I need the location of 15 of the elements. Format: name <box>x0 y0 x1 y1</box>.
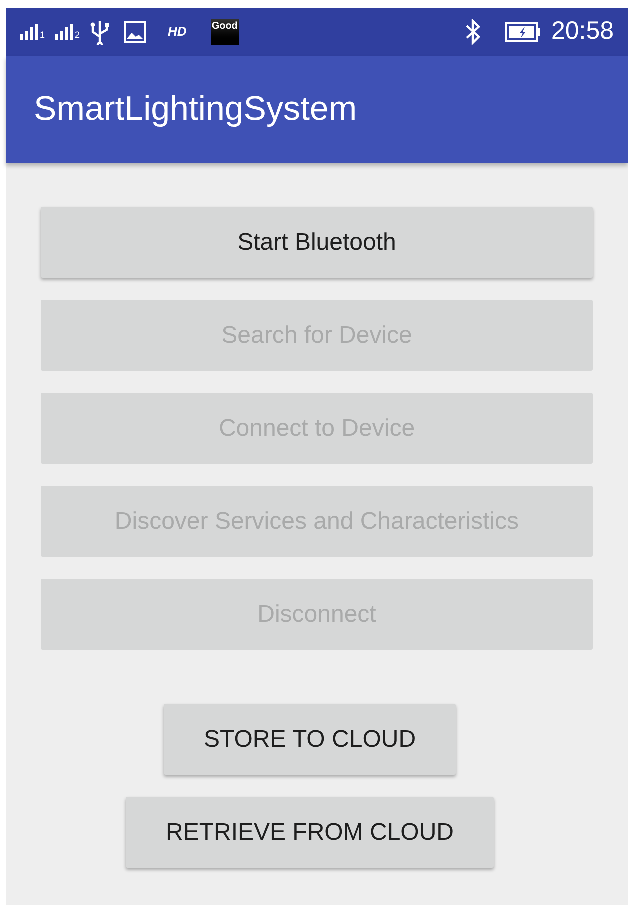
sim-number: 2 <box>75 31 80 40</box>
action-button[interactable]: Start Bluetooth <box>41 207 593 278</box>
cloud-button[interactable]: RETRIEVE FROM CLOUD <box>126 797 494 868</box>
image-icon <box>124 21 146 43</box>
signal-icon <box>20 24 40 40</box>
cloud-button[interactable]: STORE TO CLOUD <box>164 704 456 775</box>
clock: 20:58 <box>551 16 614 48</box>
app-title: SmartLightingSystem <box>34 89 358 130</box>
hd-indicator: HD <box>168 23 187 42</box>
signal-icon <box>55 24 76 40</box>
network-quality-badge: Good <box>210 19 239 45</box>
sim-number: 1 <box>40 31 46 40</box>
usb-icon <box>90 19 110 45</box>
bluetooth-icon <box>465 19 482 45</box>
battery-icon <box>505 21 542 43</box>
